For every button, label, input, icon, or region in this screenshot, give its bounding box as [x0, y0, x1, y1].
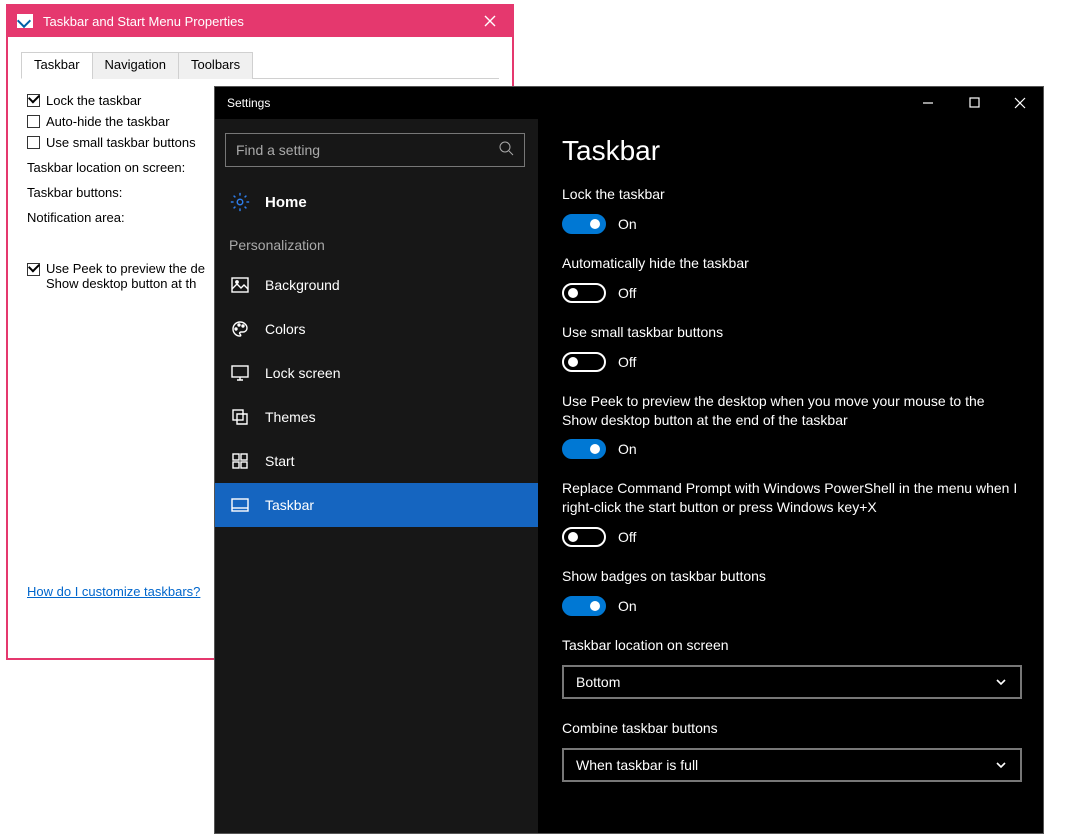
peek-line2: Show desktop button at th: [46, 276, 196, 291]
close-icon[interactable]: [467, 5, 513, 37]
tab-taskbar[interactable]: Taskbar: [21, 52, 93, 79]
toggle-switch[interactable]: [562, 283, 606, 303]
toggle-state: On: [618, 598, 637, 614]
image-icon: [231, 276, 249, 294]
maximize-button[interactable]: [951, 87, 997, 119]
toggle-switch[interactable]: [562, 214, 606, 234]
app-icon: [17, 14, 33, 28]
legacy-titlebar[interactable]: Taskbar and Start Menu Properties: [7, 5, 513, 37]
settings-title: Settings: [227, 96, 270, 110]
tab-navigation[interactable]: Navigation: [92, 52, 179, 79]
settings-window: Settings Find a setting: [214, 86, 1044, 834]
checkbox-icon[interactable]: [27, 94, 40, 107]
palette-icon: [231, 320, 249, 338]
home-label: Home: [265, 194, 307, 211]
setting-label: Use small taskbar buttons: [562, 323, 1019, 342]
toggle-switch[interactable]: [562, 596, 606, 616]
legacy-tabstrip: Taskbar Navigation Toolbars: [21, 51, 499, 79]
settings-main: Taskbar Lock the taskbar On Automaticall…: [538, 119, 1043, 833]
setting-label: Taskbar location on screen: [562, 636, 1019, 655]
peek-line1: Use Peek to preview the de: [46, 261, 205, 276]
close-button[interactable]: [997, 87, 1043, 119]
sidebar-item-label: Start: [265, 453, 295, 469]
toggle-state: Off: [618, 285, 636, 301]
checkbox-icon[interactable]: [27, 263, 40, 276]
search-placeholder: Find a setting: [236, 142, 498, 158]
help-link[interactable]: How do I customize taskbars?: [27, 584, 200, 599]
setting-combine: Combine taskbar buttons When taskbar is …: [562, 719, 1019, 782]
page-title: Taskbar: [562, 135, 1019, 167]
taskbar-icon: [231, 496, 249, 514]
window-controls: [905, 87, 1043, 119]
dropdown-combine[interactable]: When taskbar is full: [562, 748, 1022, 782]
dropdown-location[interactable]: Bottom: [562, 665, 1022, 699]
setting-label: Show badges on taskbar buttons: [562, 567, 1019, 586]
setting-peek: Use Peek to preview the desktop when you…: [562, 392, 1019, 460]
setting-location: Taskbar location on screen Bottom: [562, 636, 1019, 699]
setting-small-buttons: Use small taskbar buttons Off: [562, 323, 1019, 372]
setting-label: Lock the taskbar: [562, 185, 1019, 204]
toggle-state: On: [618, 216, 637, 232]
setting-label: Replace Command Prompt with Windows Powe…: [562, 479, 1019, 517]
sidebar-item-label: Taskbar: [265, 497, 314, 513]
dropdown-value: When taskbar is full: [576, 757, 698, 773]
checkbox-icon[interactable]: [27, 115, 40, 128]
checkbox-icon[interactable]: [27, 136, 40, 149]
setting-label: Combine taskbar buttons: [562, 719, 1019, 738]
setting-lock-taskbar: Lock the taskbar On: [562, 185, 1019, 234]
sidebar-item-background[interactable]: Background: [215, 263, 538, 307]
search-input[interactable]: Find a setting: [225, 133, 525, 167]
sidebar-item-label: Colors: [265, 321, 305, 337]
legacy-title: Taskbar and Start Menu Properties: [43, 14, 244, 29]
sidebar-item-lockscreen[interactable]: Lock screen: [215, 351, 538, 395]
search-icon: [498, 140, 514, 161]
tab-toolbars[interactable]: Toolbars: [178, 52, 253, 79]
toggle-state: On: [618, 441, 637, 457]
setting-label: Automatically hide the taskbar: [562, 254, 1019, 273]
monitor-icon: [231, 364, 249, 382]
settings-body: Find a setting Home Personalization Back…: [215, 119, 1043, 833]
check-label: Auto-hide the taskbar: [46, 114, 170, 129]
chevron-down-icon: [994, 675, 1008, 689]
check-label: Lock the taskbar: [46, 93, 141, 108]
sidebar-item-label: Background: [265, 277, 340, 293]
setting-autohide: Automatically hide the taskbar Off: [562, 254, 1019, 303]
settings-titlebar[interactable]: Settings: [215, 87, 1043, 119]
toggle-switch[interactable]: [562, 352, 606, 372]
sidebar-item-taskbar[interactable]: Taskbar: [215, 483, 538, 527]
start-icon: [231, 452, 249, 470]
check-label: Use small taskbar buttons: [46, 135, 196, 150]
dropdown-value: Bottom: [576, 674, 620, 690]
sidebar-item-start[interactable]: Start: [215, 439, 538, 483]
chevron-down-icon: [994, 758, 1008, 772]
home-button[interactable]: Home: [225, 185, 528, 229]
toggle-switch[interactable]: [562, 439, 606, 459]
gear-icon: [229, 191, 251, 213]
sidebar-item-colors[interactable]: Colors: [215, 307, 538, 351]
toggle-state: Off: [618, 529, 636, 545]
sidebar-item-themes[interactable]: Themes: [215, 395, 538, 439]
check-label: Use Peek to preview the de Show desktop …: [46, 261, 205, 291]
toggle-switch[interactable]: [562, 527, 606, 547]
settings-sidebar: Find a setting Home Personalization Back…: [215, 119, 538, 833]
sidebar-item-label: Themes: [265, 409, 316, 425]
setting-powershell: Replace Command Prompt with Windows Powe…: [562, 479, 1019, 547]
themes-icon: [231, 408, 249, 426]
toggle-state: Off: [618, 354, 636, 370]
sidebar-item-label: Lock screen: [265, 365, 340, 381]
setting-badges: Show badges on taskbar buttons On: [562, 567, 1019, 616]
section-header: Personalization: [225, 229, 528, 263]
minimize-button[interactable]: [905, 87, 951, 119]
setting-label: Use Peek to preview the desktop when you…: [562, 392, 1019, 430]
